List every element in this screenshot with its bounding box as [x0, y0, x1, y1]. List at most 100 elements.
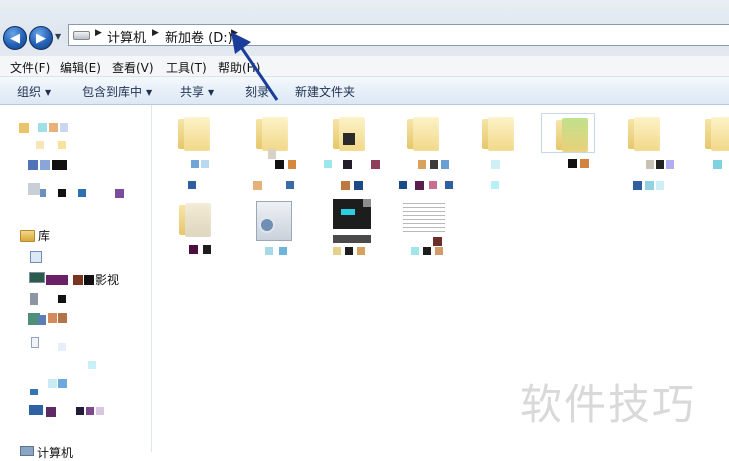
include-in-library-label: 包含到库中 — [82, 85, 143, 99]
menu-tools[interactable]: 工具(T) — [166, 59, 207, 76]
dropdown-caret-icon: ▼ — [208, 88, 215, 97]
drive-icon — [73, 31, 90, 40]
pixelated-label — [76, 407, 84, 415]
document-file-thumbnail[interactable] — [403, 203, 445, 235]
pixelated-filename — [418, 160, 426, 169]
pixelated-label — [84, 275, 94, 285]
dropdown-caret-icon: ▼ — [45, 88, 52, 97]
pixelated-filename — [399, 181, 407, 189]
address-bar-region: ◀ ▶ ▼ ▶ 计算机 ▶ 新加卷 (D:) ▶ — [0, 0, 729, 56]
pixelated-filename — [345, 247, 353, 255]
forward-button[interactable]: ▶ — [29, 26, 53, 50]
pixelated-icon — [363, 199, 371, 207]
organize-button[interactable]: 组织 ▼ — [17, 83, 51, 100]
pixelated-label — [58, 189, 66, 197]
pixelated-filename — [580, 159, 589, 168]
pixelated-label — [58, 141, 66, 149]
pixelated-filename — [411, 247, 419, 255]
dropdown-caret-icon: ▼ — [146, 88, 153, 97]
include-in-library-button[interactable]: 包含到库中 ▼ — [82, 83, 152, 100]
nav-libraries[interactable]: 库 — [38, 227, 50, 244]
pixelated-icon — [31, 337, 39, 348]
pixelated-label — [49, 123, 58, 132]
pixelated-label — [58, 343, 66, 351]
pixelated-filename — [713, 160, 722, 169]
menu-view[interactable]: 查看(V) — [112, 59, 154, 76]
pixelated-icon — [341, 209, 355, 215]
pixelated-filename — [666, 160, 674, 169]
breadcrumb-drive-d[interactable]: 新加卷 (D:) — [165, 27, 233, 46]
pixelated-label — [46, 275, 68, 285]
breadcrumb-separator-icon[interactable]: ▶ — [152, 28, 159, 38]
pixelated-filename — [341, 181, 350, 190]
gear-icon — [259, 217, 275, 233]
pixelated-label — [73, 275, 83, 285]
pixelated-filename — [371, 160, 380, 169]
pixelated-label — [58, 295, 66, 303]
pixelated-label — [40, 160, 50, 170]
pixelated-label — [46, 407, 56, 417]
pixelated-label — [115, 189, 124, 198]
menu-file[interactable]: 文件(F) — [10, 59, 50, 76]
library-icon — [20, 230, 35, 242]
pixelated-filename — [279, 247, 287, 255]
chevron-down-icon: ▼ — [55, 32, 62, 41]
command-bar: 组织 ▼ 包含到库中 ▼ 共享 ▼ 刻录 新建文件夹 — [0, 77, 729, 105]
pixelated-label — [48, 313, 57, 323]
pixelated-filename — [423, 247, 431, 255]
pixelated-filename — [275, 160, 284, 169]
pixelated-icon — [38, 315, 46, 325]
back-button[interactable]: ◀ — [3, 26, 27, 50]
folder-item[interactable] — [480, 113, 516, 153]
pixelated-filename — [445, 181, 453, 189]
menu-edit[interactable]: 编辑(E) — [60, 59, 101, 76]
pixelated-filename — [268, 149, 276, 159]
pixelated-filename — [333, 247, 341, 255]
pixelated-filename — [343, 160, 352, 169]
pixelated-filename — [191, 160, 199, 168]
pixelated-label — [96, 407, 104, 415]
nav-computer[interactable]: 计算机 — [37, 444, 73, 461]
folder-item[interactable] — [176, 113, 212, 153]
forward-arrow-icon: ▶ — [36, 30, 46, 46]
pixelated-filename — [633, 181, 642, 190]
share-button[interactable]: 共享 ▼ — [180, 83, 214, 100]
pixelated-filename — [357, 247, 365, 255]
breadcrumb-separator-icon[interactable]: ▶ — [95, 28, 102, 38]
folder-item[interactable] — [177, 199, 213, 239]
pixelated-filename — [429, 181, 437, 189]
pixelated-filename — [656, 160, 664, 169]
pixelated-label — [88, 361, 96, 369]
pixelated-icon — [28, 183, 40, 195]
pixelated-icon — [40, 189, 46, 197]
nav-video-library-label[interactable]: 影视 — [95, 271, 119, 288]
pixelated-label — [52, 160, 67, 170]
new-folder-button[interactable]: 新建文件夹 — [295, 83, 355, 100]
folder-item[interactable] — [405, 113, 441, 153]
pixelated-icon — [30, 251, 42, 263]
navigation-pane: 库 影视 计算机 — [0, 105, 152, 460]
pixelated-filename — [433, 237, 442, 246]
pixelated-label — [38, 123, 47, 132]
folder-item[interactable] — [254, 113, 290, 153]
pixelated-filename — [435, 247, 443, 255]
pixelated-filename — [333, 235, 371, 243]
pixelated-label — [86, 407, 94, 415]
breadcrumb-computer[interactable]: 计算机 — [107, 27, 146, 46]
folder-item-selected[interactable] — [541, 113, 595, 153]
folder-item[interactable] — [626, 113, 662, 153]
pixelated-filename — [188, 181, 196, 189]
address-path-box[interactable]: ▶ 计算机 ▶ 新加卷 (D:) ▶ — [68, 24, 729, 46]
favorites-icon — [19, 123, 29, 133]
video-library-icon — [29, 272, 45, 283]
pixelated-filename — [568, 159, 577, 168]
share-label: 共享 — [180, 85, 205, 99]
back-arrow-icon: ◀ — [10, 30, 20, 46]
folder-item[interactable] — [703, 113, 729, 153]
pixelated-filename — [491, 181, 499, 189]
recent-pages-dropdown[interactable]: ▼ — [55, 32, 65, 44]
pixelated-filename — [288, 160, 296, 169]
pixelated-label — [58, 379, 67, 388]
pixelated-filename — [286, 181, 294, 189]
pixelated-label — [78, 189, 86, 197]
